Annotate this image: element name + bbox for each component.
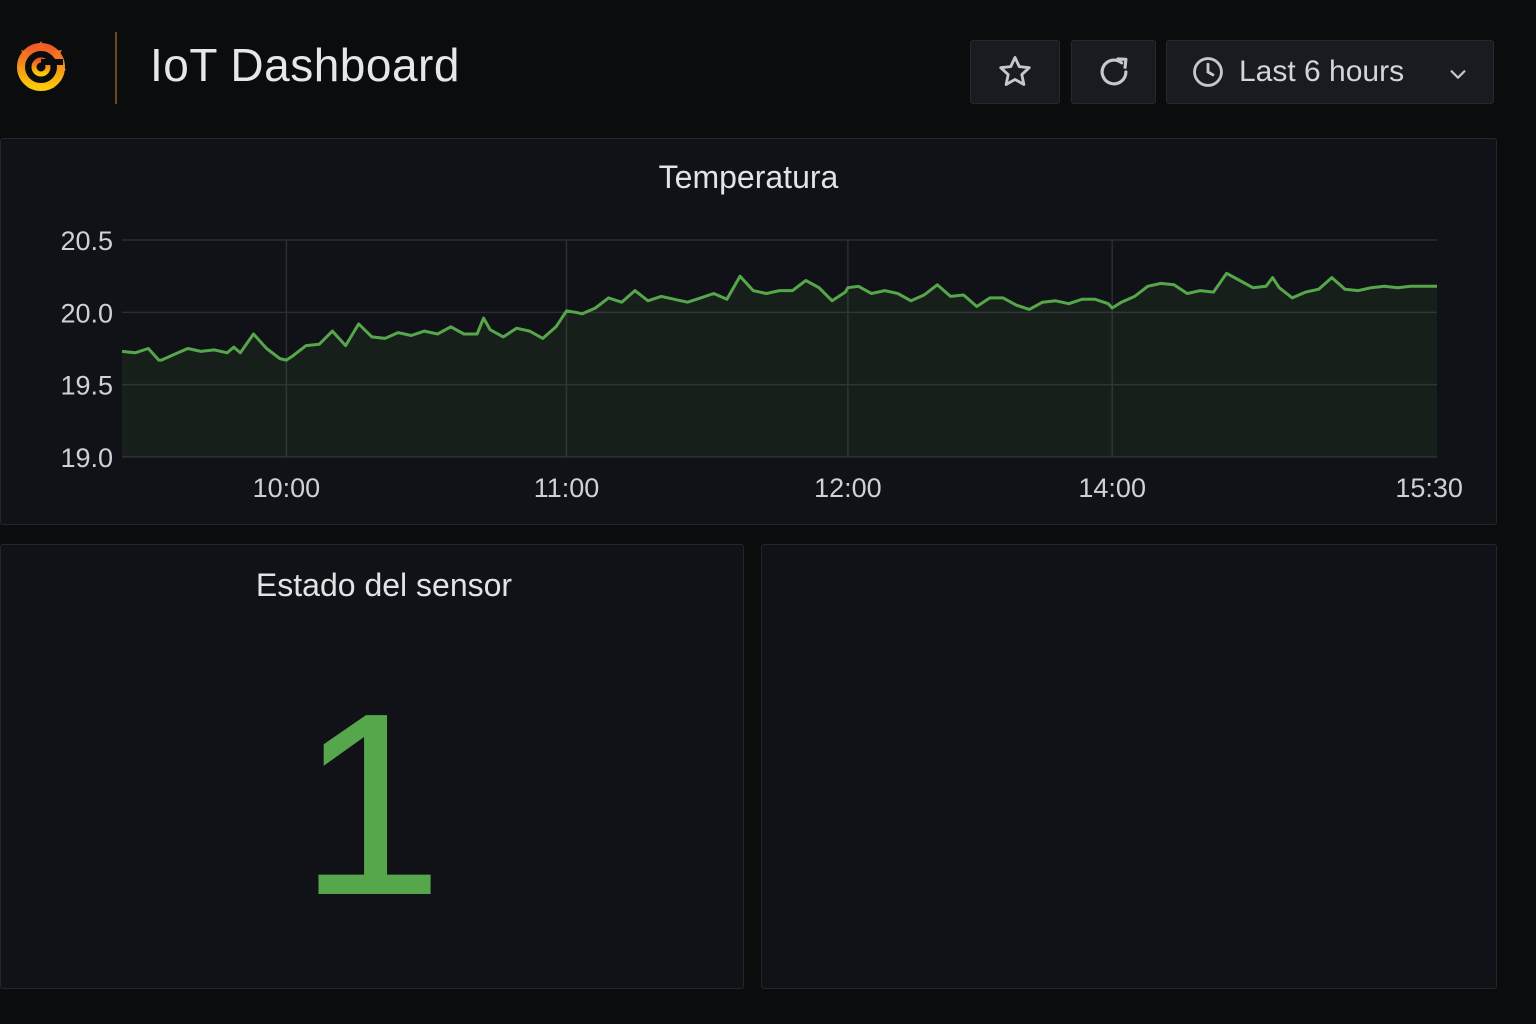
empty-panel — [761, 544, 1497, 989]
star-dashboard-button[interactable] — [970, 40, 1060, 104]
time-range-label: Last 6 hours — [1239, 55, 1405, 88]
x-tick-label: 11:00 — [534, 473, 600, 503]
series-area-fill — [122, 273, 1437, 457]
y-tick-label: 20.5 — [60, 226, 113, 256]
y-tick-label: 20.0 — [60, 298, 113, 328]
grafana-logo-icon[interactable] — [12, 36, 70, 94]
dashboard-header: IoT Dashboard Last 6 hours — [0, 0, 1536, 130]
temperature-chart[interactable]: 19.0 19.5 20.0 20.5 10:00 11:00 12:00 14:00 15:3… — [1, 139, 1496, 524]
x-tick-label: 10:00 — [253, 473, 321, 503]
sensor-state-value: 1 — [298, 660, 444, 950]
x-tick-label: 15:30 — [1395, 473, 1463, 503]
time-range-picker[interactable]: Last 6 hours — [1166, 40, 1494, 104]
x-tick-label: 12:00 — [814, 473, 882, 503]
star-icon — [999, 56, 1031, 86]
sensor-state-panel-title[interactable]: Estado del sensor — [1, 567, 767, 604]
dashboard-title: IoT Dashboard — [150, 39, 460, 91]
chevron-down-icon — [1450, 70, 1466, 79]
refresh-button[interactable] — [1071, 40, 1156, 104]
x-tick-label: 14:00 — [1078, 473, 1146, 503]
sensor-state-panel[interactable]: Estado del sensor 1 — [0, 544, 744, 989]
y-tick-label: 19.5 — [60, 371, 113, 401]
temperature-panel[interactable]: Temperatura 19.0 19.5 20.0 20.5 10:00 11:00 12… — [0, 138, 1497, 525]
clock-icon — [1193, 57, 1223, 87]
y-tick-label: 19.0 — [60, 443, 113, 473]
refresh-icon — [1100, 57, 1127, 86]
header-divider — [115, 32, 117, 104]
